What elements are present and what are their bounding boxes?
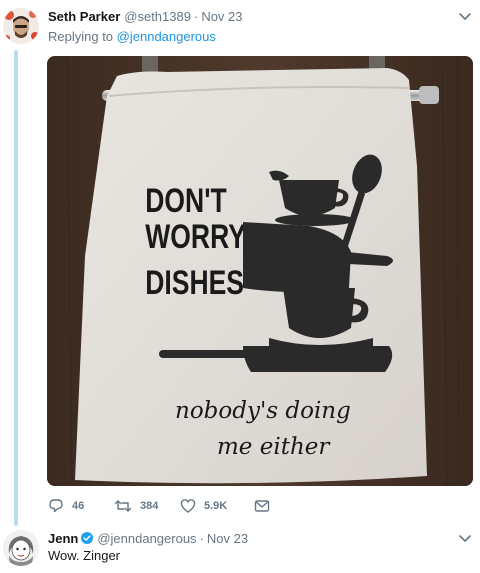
tweet-header: Seth Parker @seth1389 · Nov 23 xyxy=(48,9,243,24)
replying-to-mention[interactable]: @jenndangerous xyxy=(117,29,216,44)
author-handle[interactable]: @jenndangerous xyxy=(97,531,196,546)
towel-text-line1: DON'T xyxy=(145,182,227,220)
reply-button[interactable]: 46 xyxy=(48,498,114,514)
timestamp[interactable]: Nov 23 xyxy=(207,531,248,546)
reply-count: 46 xyxy=(72,500,85,512)
retweet-button[interactable]: 384 xyxy=(114,498,180,514)
like-button[interactable]: 5.9K xyxy=(180,498,254,514)
towel-text-line3: DISHES xyxy=(145,264,244,302)
avatar-photo xyxy=(3,8,39,44)
tweet-text: Wow. Zinger xyxy=(48,548,121,563)
towel-script-line1: nobody's doing xyxy=(175,398,351,424)
avatar-illustration xyxy=(3,530,39,566)
chevron-down-icon[interactable] xyxy=(458,531,472,545)
envelope-icon xyxy=(254,500,270,512)
retweet-count: 384 xyxy=(140,500,159,512)
author-name[interactable]: Jenn xyxy=(48,531,78,546)
heart-icon xyxy=(180,499,196,513)
tweet-header: Jenn @jenndangerous · Nov 23 xyxy=(48,531,248,546)
direct-message-button[interactable] xyxy=(254,498,278,514)
retweet-icon xyxy=(114,500,132,512)
towel-script-line2: me either xyxy=(217,434,331,460)
chevron-down-icon[interactable] xyxy=(458,9,472,23)
author-name[interactable]: Seth Parker xyxy=(48,9,120,24)
author-handle[interactable]: @seth1389 xyxy=(124,9,191,24)
avatar[interactable] xyxy=(3,530,39,566)
separator-dot: · xyxy=(193,9,199,24)
dish-towel-photo: DON'T WORRY DISHES nobody's doing me eit… xyxy=(47,56,473,486)
avatar[interactable] xyxy=(3,8,39,44)
replying-to-label: Replying to xyxy=(48,29,114,44)
reply-icon xyxy=(49,499,63,513)
verified-badge-icon xyxy=(81,532,94,544)
replying-to: Replying to @jenndangerous xyxy=(48,29,216,44)
towel-text-line2: WORRY xyxy=(145,218,246,256)
separator-dot: · xyxy=(199,531,204,546)
timestamp[interactable]: Nov 23 xyxy=(201,9,242,24)
thread-connector-line xyxy=(14,50,18,526)
like-count: 5.9K xyxy=(204,500,228,512)
tweet-image[interactable]: DON'T WORRY DISHES nobody's doing me eit… xyxy=(47,56,473,486)
tweet-actions: 46 384 5.9K xyxy=(48,498,278,514)
